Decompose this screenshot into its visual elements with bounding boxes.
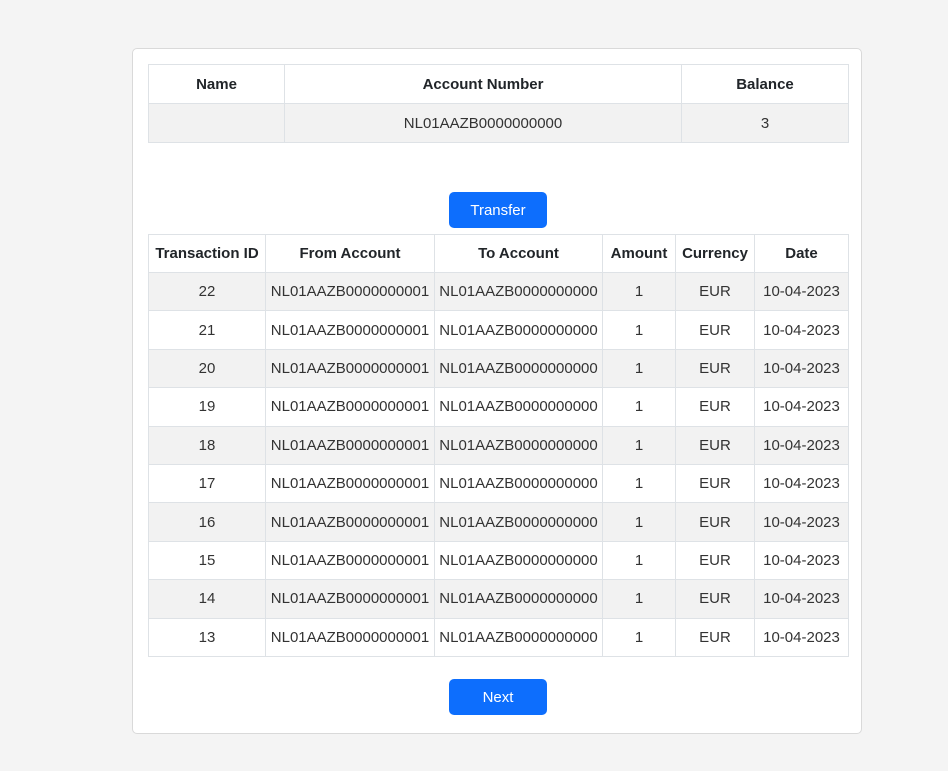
table-row: 18 NL01AAZB0000000001 NL01AAZB0000000000…: [148, 425, 849, 465]
date: 10-04-2023: [754, 579, 849, 619]
header-from-account: From Account: [265, 234, 435, 273]
currency: EUR: [675, 540, 755, 581]
table-row: 22 NL01AAZB0000000001 NL01AAZB0000000000…: [148, 271, 849, 312]
to-account: NL01AAZB0000000000: [434, 502, 603, 542]
date: 10-04-2023: [754, 502, 849, 542]
currency: EUR: [675, 502, 755, 542]
amount: 1: [602, 579, 676, 619]
header-currency: Currency: [675, 234, 755, 273]
from-account: NL01AAZB0000000001: [265, 463, 435, 504]
amount: 1: [602, 540, 676, 581]
transaction-id: 20: [148, 348, 266, 389]
date: 10-04-2023: [754, 387, 849, 427]
amount: 1: [602, 348, 676, 389]
amount: 1: [602, 271, 676, 312]
to-account: NL01AAZB0000000000: [434, 579, 603, 619]
table-row: 17 NL01AAZB0000000001 NL01AAZB0000000000…: [148, 463, 849, 504]
account-balance: 3: [681, 103, 849, 143]
from-account: NL01AAZB0000000001: [265, 271, 435, 312]
next-button[interactable]: Next: [449, 679, 547, 715]
currency: EUR: [675, 271, 755, 312]
amount: 1: [602, 310, 676, 350]
currency: EUR: [675, 310, 755, 350]
transaction-id: 16: [148, 502, 266, 542]
date: 10-04-2023: [754, 425, 849, 465]
header-to-account: To Account: [434, 234, 603, 273]
to-account: NL01AAZB0000000000: [434, 425, 603, 465]
transaction-id: 14: [148, 579, 266, 619]
date: 10-04-2023: [754, 310, 849, 350]
from-account: NL01AAZB0000000001: [265, 425, 435, 465]
table-row: 16 NL01AAZB0000000001 NL01AAZB0000000000…: [148, 502, 849, 542]
currency: EUR: [675, 463, 755, 504]
amount: 1: [602, 463, 676, 504]
transaction-id: 22: [148, 271, 266, 312]
transaction-id: 18: [148, 425, 266, 465]
from-account: NL01AAZB0000000001: [265, 348, 435, 389]
amount: 1: [602, 617, 676, 657]
from-account: NL01AAZB0000000001: [265, 502, 435, 542]
transfer-button[interactable]: Transfer: [449, 192, 547, 228]
to-account: NL01AAZB0000000000: [434, 271, 603, 312]
date: 10-04-2023: [754, 617, 849, 657]
table-row: 13 NL01AAZB0000000001 NL01AAZB0000000000…: [148, 617, 849, 657]
table-row: 20 NL01AAZB0000000001 NL01AAZB0000000000…: [148, 348, 849, 389]
account-card: Name Account Number Balance NL01AAZB0000…: [132, 48, 862, 734]
date: 10-04-2023: [754, 271, 849, 312]
account-name: [148, 103, 285, 143]
transactions-header-row: Transaction ID From Account To Account A…: [148, 234, 849, 273]
from-account: NL01AAZB0000000001: [265, 310, 435, 350]
table-row: 15 NL01AAZB0000000001 NL01AAZB0000000000…: [148, 540, 849, 581]
header-balance: Balance: [681, 64, 849, 104]
amount: 1: [602, 502, 676, 542]
from-account: NL01AAZB0000000001: [265, 617, 435, 657]
header-amount: Amount: [602, 234, 676, 273]
to-account: NL01AAZB0000000000: [434, 463, 603, 504]
currency: EUR: [675, 425, 755, 465]
account-table-header-row: Name Account Number Balance: [148, 64, 849, 104]
amount: 1: [602, 387, 676, 427]
table-row: 14 NL01AAZB0000000001 NL01AAZB0000000000…: [148, 579, 849, 619]
to-account: NL01AAZB0000000000: [434, 310, 603, 350]
table-row: 21 NL01AAZB0000000001 NL01AAZB0000000000…: [148, 310, 849, 350]
to-account: NL01AAZB0000000000: [434, 348, 603, 389]
to-account: NL01AAZB0000000000: [434, 387, 603, 427]
header-account-number: Account Number: [284, 64, 682, 104]
transactions-table: Transaction ID From Account To Account A…: [148, 234, 849, 657]
table-row: 19 NL01AAZB0000000001 NL01AAZB0000000000…: [148, 387, 849, 427]
currency: EUR: [675, 348, 755, 389]
to-account: NL01AAZB0000000000: [434, 617, 603, 657]
from-account: NL01AAZB0000000001: [265, 387, 435, 427]
currency: EUR: [675, 387, 755, 427]
transaction-id: 17: [148, 463, 266, 504]
transaction-id: 13: [148, 617, 266, 657]
date: 10-04-2023: [754, 463, 849, 504]
transaction-id: 21: [148, 310, 266, 350]
account-number: NL01AAZB0000000000: [284, 103, 682, 143]
header-name: Name: [148, 64, 285, 104]
account-row: NL01AAZB0000000000 3: [148, 103, 849, 143]
from-account: NL01AAZB0000000001: [265, 579, 435, 619]
account-table: Name Account Number Balance NL01AAZB0000…: [148, 64, 849, 143]
date: 10-04-2023: [754, 540, 849, 581]
transaction-id: 15: [148, 540, 266, 581]
currency: EUR: [675, 617, 755, 657]
amount: 1: [602, 425, 676, 465]
currency: EUR: [675, 579, 755, 619]
to-account: NL01AAZB0000000000: [434, 540, 603, 581]
transaction-id: 19: [148, 387, 266, 427]
date: 10-04-2023: [754, 348, 849, 389]
from-account: NL01AAZB0000000001: [265, 540, 435, 581]
header-transaction-id: Transaction ID: [148, 234, 266, 273]
header-date: Date: [754, 234, 849, 273]
